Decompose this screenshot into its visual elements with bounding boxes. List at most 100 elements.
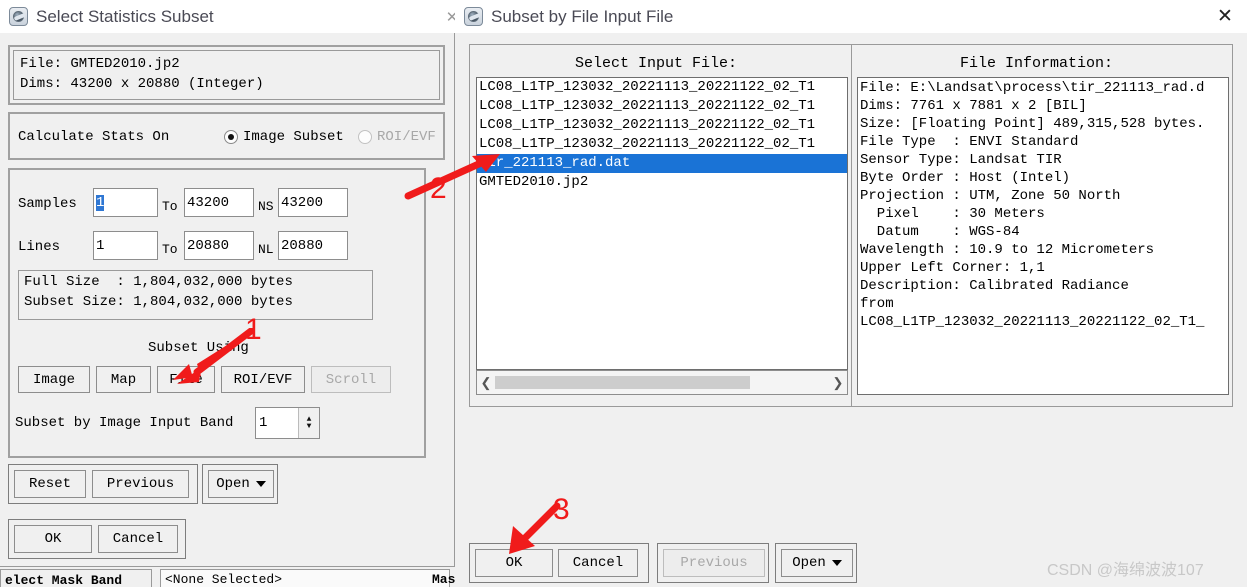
selected-input-file[interactable]: tir_221113_rad.dat: [477, 154, 847, 173]
spinner-arrows-icon[interactable]: ▲ ▼: [298, 408, 319, 438]
open-dropdown-label-left: Open: [216, 476, 250, 492]
size-summary-box: Full Size : 1,804,032,000 bytes Subset S…: [18, 270, 373, 320]
image-subset-button-label: Image: [32, 371, 75, 388]
radio-roi-evf[interactable]: [358, 130, 372, 144]
info-line: Byte Order : Host (Intel): [860, 170, 1071, 186]
open-dropdown-button-left[interactable]: Open: [208, 470, 274, 498]
samples-to-input[interactable]: 43200: [184, 188, 254, 217]
image-subset-button[interactable]: Image: [18, 366, 90, 393]
background-mask-value: <None Selected>: [165, 572, 283, 587]
ok-button-left[interactable]: OK: [14, 525, 92, 553]
select-statistics-subset-window: Select Statistics Subset ✕ File: GMTED20…: [0, 0, 458, 566]
left-window-title: Select Statistics Subset: [36, 6, 214, 26]
annotation-number-1: 1: [245, 313, 262, 346]
annotation-arrow-2: [404, 154, 500, 200]
info-line: Dims: 7761 x 7881 x 2 [BIL]: [860, 98, 1087, 114]
select-input-file-panel: Select Input File: LC08_L1TP_123032_2022…: [469, 44, 855, 407]
full-size-line: Full Size : 1,804,032,000 bytes: [24, 274, 293, 290]
samples-to-label: To: [162, 199, 178, 214]
input-band-value: 1: [259, 415, 268, 431]
lines-nl-input[interactable]: 20880: [278, 231, 348, 260]
lines-to-value: 20880: [187, 237, 230, 254]
screenshot-root: elect Mask Band <None Selected> Mask Sel…: [0, 0, 1247, 587]
info-line: Sensor Type: Landsat TIR: [860, 152, 1062, 168]
envi-globe-icon: [9, 7, 28, 26]
info-line: Pixel : 30 Meters: [860, 206, 1045, 222]
chevron-down-icon: [831, 560, 842, 566]
right-open-group: Open: [775, 543, 857, 583]
background-window: elect Mask Band <None Selected> Mask: [0, 566, 455, 587]
scroll-track[interactable]: [495, 371, 829, 394]
info-line: Size: [Floating Point] 489,315,528 bytes…: [860, 116, 1205, 132]
input-file-listbox[interactable]: LC08_L1TP_123032_20221113_20221122_02_T1…: [476, 77, 848, 370]
samples-ns-value: 43200: [281, 194, 324, 211]
radio-image-subset[interactable]: [224, 130, 238, 144]
chevron-left-icon[interactable]: ❮: [477, 371, 495, 394]
list-item[interactable]: LC08_L1TP_123032_20221113_20221122_02_T1: [477, 97, 847, 116]
cancel-button-left-label: Cancel: [112, 531, 164, 547]
right-window-titlebar: Subset by File Input File ✕: [455, 0, 1247, 33]
file-information-header: File Information:: [960, 55, 1114, 72]
list-item[interactable]: GMTED2010.jp2: [477, 173, 847, 192]
file-information-box: File: E:\Landsat\process\tir_221113_rad.…: [857, 77, 1229, 395]
annotation-number-3: 3: [553, 493, 570, 526]
left-file-info-group: File: GMTED2010.jp2 Dims: 43200 x 20880 …: [8, 45, 445, 105]
scroll-subset-button: Scroll: [311, 366, 391, 393]
open-dropdown-label: Open: [792, 555, 826, 571]
left-action-row-group-1: Reset Previous: [8, 464, 198, 504]
left-dims-line: Dims: 43200 x 20880 (Integer): [20, 76, 264, 92]
previous-button-label: Previous: [680, 555, 748, 571]
info-line: File Type : ENVI Standard: [860, 134, 1079, 150]
reset-button-label: Reset: [28, 476, 71, 492]
input-band-spinner[interactable]: 1 ▲ ▼: [255, 407, 320, 439]
calculate-stats-label: Calculate Stats On: [18, 129, 170, 145]
select-input-file-header: Select Input File:: [575, 55, 738, 72]
samples-ns-input[interactable]: 43200: [278, 188, 348, 217]
lines-nl-label: NL: [258, 242, 274, 257]
lines-nl-value: 20880: [281, 237, 324, 254]
background-mask-value-field[interactable]: <None Selected>: [160, 569, 450, 587]
previous-button-left-label: Previous: [106, 476, 175, 492]
samples-to-value: 43200: [187, 194, 230, 211]
samples-from-input[interactable]: 1: [93, 188, 158, 217]
list-item[interactable]: LC08_L1TP_123032_20221113_20221122_02_T1: [477, 135, 847, 154]
info-line: Upper Left Corner: 1,1: [860, 260, 1045, 276]
radio-image-subset-label: Image Subset: [243, 129, 344, 145]
previous-button-left[interactable]: Previous: [92, 470, 189, 498]
map-subset-button-label: Map: [110, 371, 137, 388]
subset-parameters-group: Samples 1 To 43200 NS 43200 Lines 1 To 2…: [8, 168, 426, 458]
samples-label: Samples: [18, 196, 77, 212]
left-action-row-group-2: Open: [202, 464, 278, 504]
scroll-thumb[interactable]: [495, 376, 750, 389]
list-item[interactable]: LC08_L1TP_123032_20221113_20221122_02_T1: [477, 78, 847, 97]
radio-roi-evf-label: ROI/EVF: [377, 129, 436, 145]
reset-button[interactable]: Reset: [14, 470, 86, 498]
previous-button: Previous: [663, 549, 765, 577]
background-mask-band-label: elect Mask Band: [5, 573, 123, 587]
left-window-titlebar: Select Statistics Subset ✕: [0, 0, 458, 33]
chevron-right-icon[interactable]: ❯: [829, 371, 847, 394]
lines-to-label: To: [162, 242, 178, 257]
samples-ns-label: NS: [258, 199, 274, 214]
background-mask-right-label-wrap: Mask: [420, 569, 455, 587]
info-line: Projection : UTM, Zone 50 North: [860, 188, 1121, 204]
background-mask-band-button[interactable]: elect Mask Band: [0, 569, 152, 587]
input-file-horizontal-scrollbar[interactable]: ❮ ❯: [476, 370, 848, 395]
left-file-line: File: GMTED2010.jp2: [20, 56, 180, 72]
open-dropdown-button[interactable]: Open: [781, 549, 853, 577]
left-ok-cancel-group: OK Cancel: [8, 519, 186, 559]
ok-button-left-label: OK: [44, 531, 62, 547]
close-icon[interactable]: ✕: [1203, 1, 1247, 33]
lines-from-value: 1: [96, 237, 105, 254]
list-item[interactable]: LC08_L1TP_123032_20221113_20221122_02_T1: [477, 116, 847, 135]
annotation-number-2: 2: [430, 172, 447, 205]
lines-to-input[interactable]: 20880: [184, 231, 254, 260]
subset-size-line: Subset Size: 1,804,032,000 bytes: [24, 294, 293, 310]
lines-label: Lines: [18, 239, 61, 255]
info-line: File: E:\Landsat\process\tir_221113_rad.…: [860, 80, 1205, 96]
map-subset-button[interactable]: Map: [96, 366, 151, 393]
chevron-down-icon: [255, 481, 266, 487]
cancel-button-left[interactable]: Cancel: [98, 525, 178, 553]
csdn-watermark: CSDN @海绵波波107: [1047, 562, 1204, 579]
lines-from-input[interactable]: 1: [93, 231, 158, 260]
